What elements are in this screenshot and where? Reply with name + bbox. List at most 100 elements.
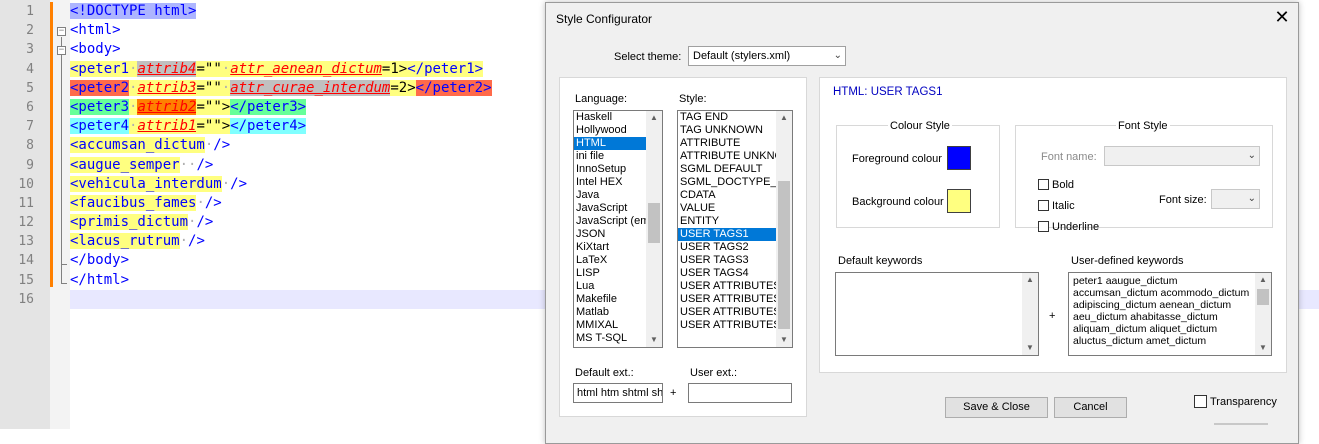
self-close-token: /> xyxy=(196,214,214,231)
keyword-line: adipiscing_dictum aenean_dictum xyxy=(1073,299,1232,311)
italic-checkbox[interactable] xyxy=(1038,200,1049,211)
body-close-tag: </body> xyxy=(70,252,130,269)
tag-token: <peter1 xyxy=(70,60,130,77)
dialog-title: Style Configurator xyxy=(556,12,653,26)
style-item[interactable]: SGML_DOCTYPE_TEXT xyxy=(678,176,792,189)
style-item[interactable]: SGML DEFAULT xyxy=(678,163,792,176)
italic-label: Italic xyxy=(1052,200,1075,212)
default-keywords-box[interactable]: ▲ ▼ xyxy=(835,272,1039,356)
style-item[interactable]: CDATA xyxy=(678,189,792,202)
line-number: 13 xyxy=(18,234,34,250)
tag-token: </peter2> xyxy=(415,79,492,96)
scroll-up-icon[interactable]: ▲ xyxy=(776,111,792,125)
user-keywords-box[interactable]: peter1 aaugue_dictum accumsan_dictum acom… xyxy=(1068,272,1272,356)
style-item[interactable]: USER ATTRIBUTES1 xyxy=(678,280,792,293)
scroll-thumb[interactable] xyxy=(1257,289,1269,305)
default-ext-label: Default ext.: xyxy=(575,367,634,379)
colour-style-label: Colour Style xyxy=(888,120,952,132)
line-number: 10 xyxy=(18,176,34,192)
whitespace-dot: · xyxy=(221,79,231,96)
transparency-label: Transparency xyxy=(1210,396,1277,408)
language-scrollbar[interactable]: ▲ ▼ xyxy=(646,111,662,347)
style-scrollbar[interactable]: ▲ ▼ xyxy=(776,111,792,347)
scroll-up-icon[interactable]: ▲ xyxy=(1255,273,1271,287)
style-item[interactable]: USER TAGS4 xyxy=(678,267,792,280)
background-label: Background colour xyxy=(852,196,944,208)
style-item[interactable]: TAG UNKNOWN xyxy=(678,124,792,137)
scroll-down-icon[interactable]: ▼ xyxy=(646,333,662,347)
style-item[interactable]: USER TAGS3 xyxy=(678,254,792,267)
whitespace-dot: · xyxy=(221,60,231,77)
attr-token: attrib1 xyxy=(137,118,197,135)
font-size-select[interactable]: ⌄ xyxy=(1211,189,1260,209)
whitespace-dot: · xyxy=(221,175,231,192)
chevron-down-icon: ⌄ xyxy=(833,50,842,61)
self-close-token: /> xyxy=(230,175,248,192)
plus-label: + xyxy=(1049,310,1056,322)
line-number: 15 xyxy=(18,272,34,288)
line-number: 16 xyxy=(18,291,34,307)
keyword-line: accumsan_dictum acommodo_dictum xyxy=(1073,287,1250,299)
tag-token: </peter4> xyxy=(230,118,307,135)
fold-line xyxy=(61,37,62,283)
tag-token: </peter1> xyxy=(407,60,484,77)
style-item[interactable]: ATTRIBUTE UNKNOWN xyxy=(678,150,792,163)
style-item[interactable]: USER ATTRIBUTES2 xyxy=(678,293,792,306)
style-list[interactable]: TAG END TAG UNKNOWN ATTRIBUTE ATTRIBUTE UNK… xyxy=(677,110,793,348)
font-style-group xyxy=(1015,125,1273,228)
bold-checkbox[interactable] xyxy=(1038,179,1049,190)
close-icon[interactable]: ✕ xyxy=(1272,7,1292,27)
style-item[interactable]: ATTRIBUTE xyxy=(678,137,792,150)
cancel-button[interactable]: Cancel xyxy=(1054,397,1127,418)
keyword-line: peter1 aaugue_dictum xyxy=(1073,275,1178,287)
attr-token: attr_curae_interdum xyxy=(230,79,391,96)
style-item[interactable]: USER ATTRIBUTES3 xyxy=(678,306,792,319)
transparency-checkbox[interactable] xyxy=(1194,395,1207,408)
scroll-up-icon: ▲ xyxy=(1026,275,1034,284)
tag-token: <lacus_rutrum xyxy=(70,233,180,250)
line-number: 8 xyxy=(26,138,34,154)
style-item[interactable]: USER ATTRIBUTES4 xyxy=(678,319,792,332)
theme-select[interactable]: Default (stylers.xml) ⌄ xyxy=(688,46,846,66)
scroll-down-icon[interactable]: ▼ xyxy=(1255,341,1271,355)
change-history-bar xyxy=(50,2,53,287)
style-item[interactable]: USER TAGS2 xyxy=(678,241,792,254)
tag-token: <primis_dictum xyxy=(70,214,189,231)
font-name-select[interactable]: ⌄ xyxy=(1104,146,1260,166)
line-number: 9 xyxy=(26,157,34,173)
chevron-down-icon: ⌄ xyxy=(1247,150,1256,161)
fold-html-icon[interactable]: − xyxy=(57,27,66,36)
line-number: 7 xyxy=(26,119,34,135)
scroll-down-icon[interactable]: ▼ xyxy=(776,333,792,347)
user-ext-field[interactable] xyxy=(688,383,792,403)
underline-checkbox[interactable] xyxy=(1038,221,1049,232)
plus-label: + xyxy=(670,387,677,399)
fold-body-icon[interactable]: − xyxy=(57,46,66,55)
user-ext-label: User ext.: xyxy=(690,367,738,379)
style-item[interactable]: TAG END xyxy=(678,111,792,124)
style-item[interactable]: VALUE xyxy=(678,202,792,215)
save-close-button[interactable]: Save & Close xyxy=(945,397,1048,418)
fold-margin xyxy=(50,0,70,429)
self-close-token: /> xyxy=(204,194,222,211)
value-token: ="" xyxy=(196,60,222,77)
user-keywords-label: User-defined keywords xyxy=(1071,255,1184,267)
font-name-label: Font name: xyxy=(1041,151,1097,163)
style-item[interactable]: USER TAGS1 xyxy=(678,228,792,241)
tag-token: <faucibus_fames xyxy=(70,194,197,211)
background-color-swatch[interactable] xyxy=(947,189,971,213)
keyword-line: aeu_dictum ahabitasse_dictum xyxy=(1073,311,1218,323)
value-token: =""> xyxy=(196,98,231,115)
language-list[interactable]: Haskell Hollywood HTML ini file InnoSetup Int… xyxy=(573,110,663,348)
language-label: Language: xyxy=(575,93,627,105)
scroll-thumb[interactable] xyxy=(778,181,790,329)
default-ext-field[interactable]: html htm shtml shtm xyxy=(573,383,663,403)
line-number: 4 xyxy=(26,61,34,77)
transparency-slider[interactable] xyxy=(1214,423,1268,425)
scroll-down-icon: ▼ xyxy=(1026,343,1034,352)
scroll-thumb[interactable] xyxy=(648,203,660,243)
style-item[interactable]: ENTITY xyxy=(678,215,792,228)
foreground-color-swatch[interactable] xyxy=(947,146,971,170)
scroll-up-icon[interactable]: ▲ xyxy=(646,111,662,125)
user-keywords-scrollbar[interactable]: ▲ ▼ xyxy=(1255,273,1271,355)
